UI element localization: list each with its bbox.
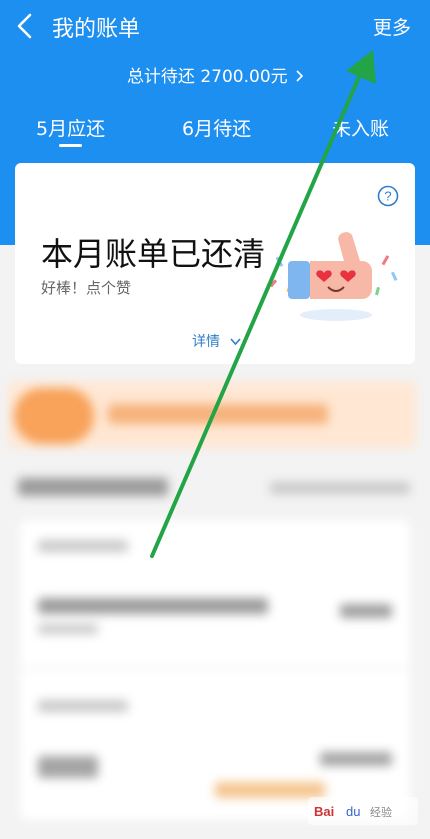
tab-unposted[interactable]: 未入账 xyxy=(332,114,389,141)
tab-may-due[interactable]: 5月应还 xyxy=(36,114,105,141)
total-due-summary[interactable]: 总计待还 2700.00元 xyxy=(0,62,430,87)
help-icon[interactable]: ? xyxy=(377,185,399,207)
active-tab-indicator xyxy=(59,144,82,147)
svg-text:du: du xyxy=(346,804,360,819)
bill-status-card: ? 本月账单已还清 好棒！点个赞 详情 xyxy=(15,163,415,364)
details-label: 详情 xyxy=(192,334,220,350)
more-button[interactable]: 更多 xyxy=(373,13,411,40)
month-tabs: 5月应还 6月待还 未入账 xyxy=(0,108,430,148)
watermark-logo: Bai du 经验 xyxy=(308,797,418,825)
back-icon[interactable] xyxy=(14,12,38,40)
svg-text:经验: 经验 xyxy=(370,805,392,819)
thumbs-up-illustration xyxy=(269,232,398,321)
card-title: 本月账单已还清 xyxy=(41,235,266,273)
page-title: 我的账单 xyxy=(52,17,141,42)
tab-june-pending[interactable]: 6月待还 xyxy=(182,114,251,141)
transaction-panel xyxy=(20,520,410,820)
svg-text:?: ? xyxy=(384,189,391,204)
section-link-placeholder xyxy=(270,482,410,494)
chevron-down-icon xyxy=(230,334,242,350)
blurred-content-area xyxy=(0,368,430,839)
top-bar: 我的账单 更多 xyxy=(0,0,430,54)
total-due-label: 总计待还 2700.00元 xyxy=(126,67,288,87)
svg-text:Bai: Bai xyxy=(314,804,334,819)
details-toggle[interactable]: 详情 xyxy=(192,331,242,351)
card-subtitle: 好棒！点个赞 xyxy=(41,279,132,297)
chevron-right-icon xyxy=(295,67,304,87)
section-heading-placeholder xyxy=(18,478,168,496)
promo-banner[interactable] xyxy=(8,382,416,448)
